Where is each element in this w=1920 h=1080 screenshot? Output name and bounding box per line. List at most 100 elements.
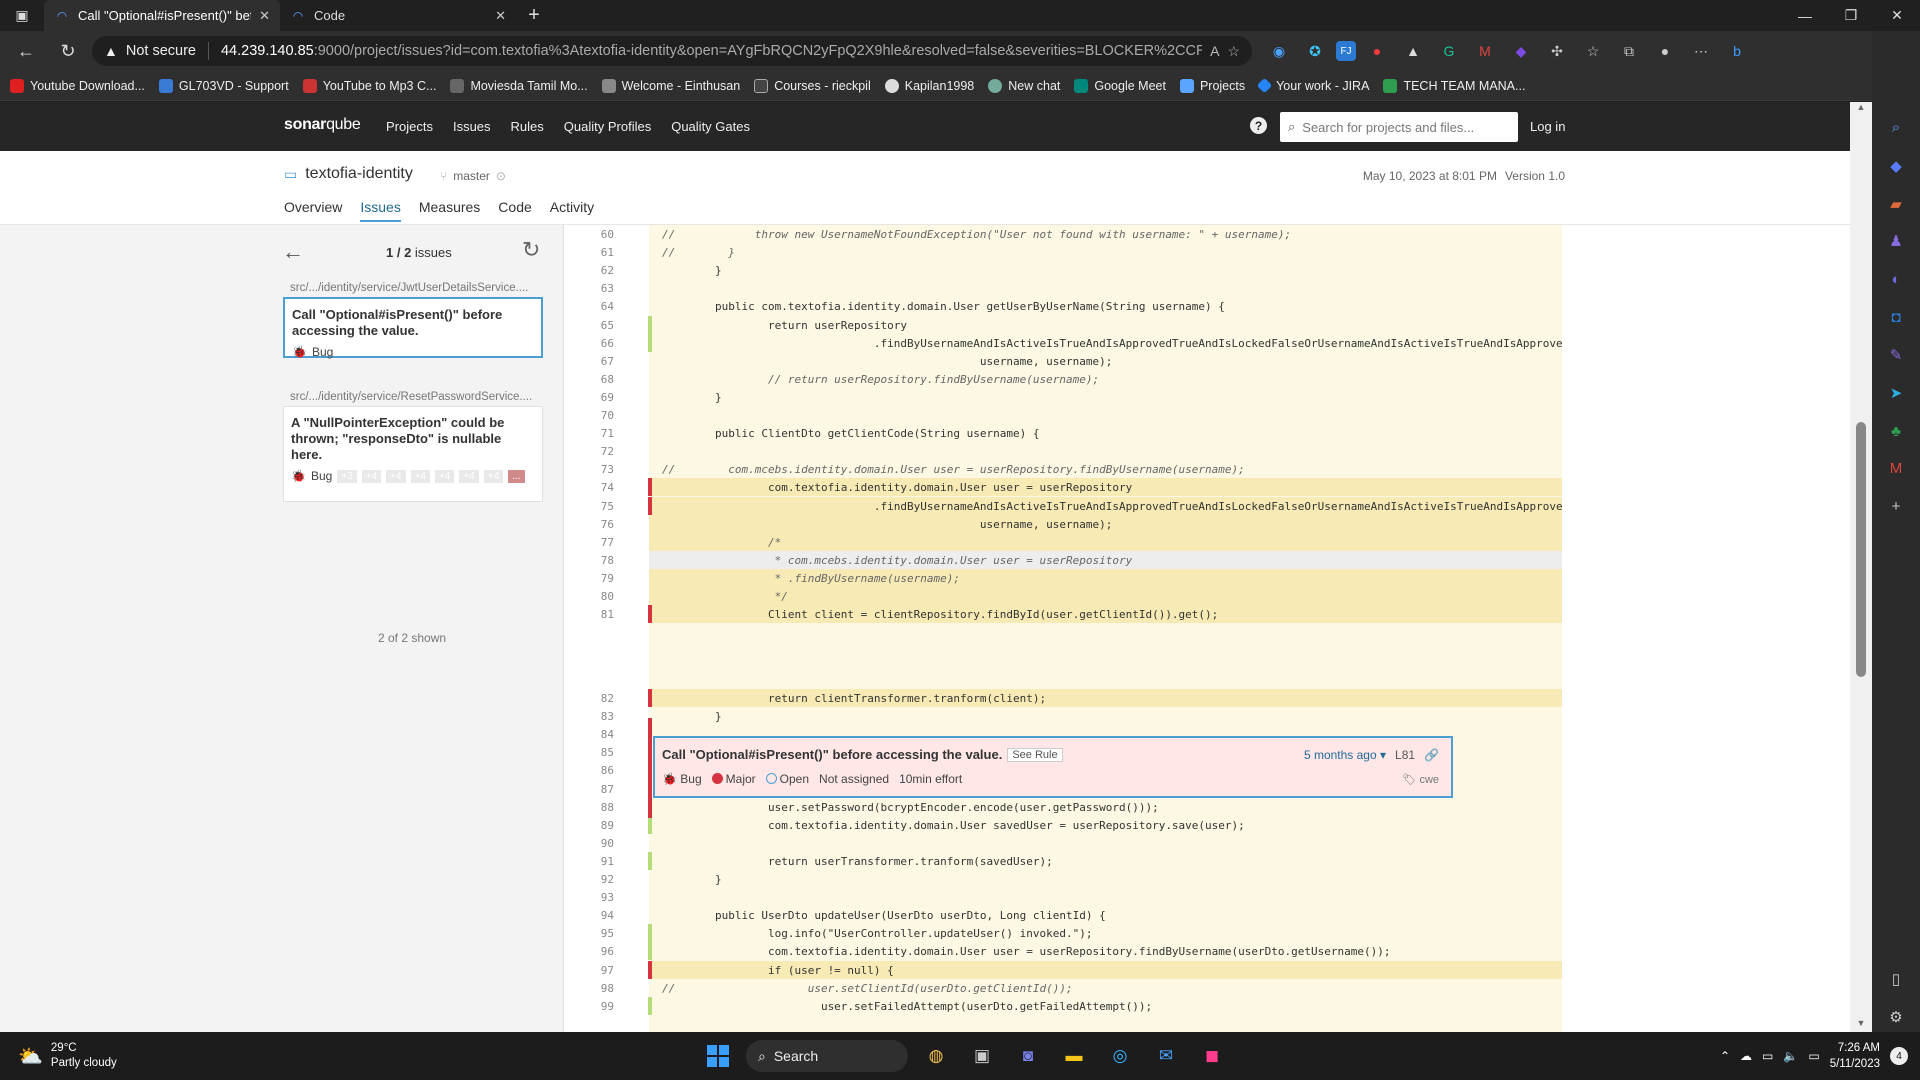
- edge-ext-icon[interactable]: ◉: [1264, 36, 1294, 66]
- line-number[interactable]: 80: [584, 590, 614, 603]
- line-number[interactable]: 72: [584, 445, 614, 458]
- line-number[interactable]: 75: [584, 500, 614, 513]
- line-number[interactable]: 83: [584, 710, 614, 723]
- line-number[interactable]: 82: [584, 692, 614, 705]
- bookmark-item[interactable]: GL703VD - Support: [158, 78, 289, 93]
- line-number[interactable]: 69: [584, 391, 614, 404]
- line-number[interactable]: 68: [584, 373, 614, 386]
- battery-icon[interactable]: ▭: [1808, 1049, 1819, 1063]
- tab-active[interactable]: ◠ Call "Optional#isPresent()" befor ✕: [44, 0, 280, 31]
- copilot-icon[interactable]: ◐: [1880, 264, 1912, 294]
- issue-message[interactable]: Call "Optional#isPresent()" before acces…: [662, 747, 1002, 762]
- profile-avatar-icon[interactable]: ●: [1650, 36, 1680, 66]
- m-ext-icon[interactable]: M: [1470, 36, 1500, 66]
- teams-icon[interactable]: ◙: [1010, 1038, 1046, 1074]
- project-name[interactable]: textofia-identity: [305, 165, 413, 183]
- line-number[interactable]: 81: [584, 608, 614, 621]
- weather-widget[interactable]: ⛅ 29°C Partly cloudy: [18, 1041, 117, 1071]
- games-icon[interactable]: ♟: [1880, 226, 1912, 256]
- line-number[interactable]: 90: [584, 837, 614, 850]
- tab-overview[interactable]: Overview: [284, 199, 342, 222]
- bookmark-item[interactable]: Youtube Download...: [10, 78, 145, 93]
- tab-close-icon[interactable]: ✕: [259, 8, 270, 24]
- nav-issues[interactable]: Issues: [453, 119, 491, 134]
- security-label[interactable]: Not secure: [126, 43, 196, 59]
- bing-chat-icon[interactable]: b: [1722, 36, 1752, 66]
- scroll-down-arrow-icon[interactable]: ▼: [1850, 1018, 1872, 1032]
- scrollbar-thumb[interactable]: [1856, 422, 1866, 677]
- location-badge[interactable]: +4: [483, 469, 504, 483]
- url-field[interactable]: ▲ Not secure 44.239.140.85:9000/project/…: [92, 36, 1252, 66]
- line-number[interactable]: 89: [584, 819, 614, 832]
- favorite-star-icon[interactable]: ☆: [1227, 43, 1240, 60]
- line-number[interactable]: 71: [584, 427, 614, 440]
- windows-start-icon[interactable]: [700, 1038, 736, 1074]
- uncovered-marker[interactable]: [648, 605, 652, 624]
- tab-issues[interactable]: Issues: [360, 199, 401, 222]
- tab-close-icon[interactable]: ✕: [495, 8, 506, 24]
- location-badge[interactable]: +3: [337, 469, 357, 483]
- page-scrollbar[interactable]: ▲ ▼: [1850, 102, 1872, 1032]
- line-number[interactable]: 65: [584, 319, 614, 332]
- nav-rules[interactable]: Rules: [511, 119, 544, 134]
- see-rule-button[interactable]: See Rule: [1007, 747, 1063, 762]
- mountain-ext-icon[interactable]: ▲: [1398, 36, 1428, 66]
- more-locations-button[interactable]: ...: [508, 469, 525, 483]
- line-number[interactable]: 73: [584, 463, 614, 476]
- fj-ext-icon[interactable]: FJ: [1336, 41, 1356, 61]
- restore-icon[interactable]: ❐: [1828, 0, 1874, 31]
- briefcase-icon[interactable]: ▰: [1880, 189, 1912, 219]
- line-number[interactable]: 64: [584, 300, 614, 313]
- issue-severity-field[interactable]: Major: [711, 772, 756, 786]
- volume-icon[interactable]: 🔈: [1783, 1049, 1798, 1063]
- nav-projects[interactable]: Projects: [386, 119, 433, 134]
- line-number[interactable]: 76: [584, 518, 614, 531]
- covered-marker[interactable]: [648, 996, 652, 1015]
- task-view-icon[interactable]: ▣: [964, 1038, 1000, 1074]
- onedrive-icon[interactable]: ☁: [1740, 1049, 1752, 1063]
- covered-marker[interactable]: [648, 315, 652, 334]
- warning-icon[interactable]: ▲: [104, 43, 118, 59]
- chevron-up-icon[interactable]: ⌃: [1720, 1049, 1730, 1063]
- line-number[interactable]: 66: [584, 337, 614, 350]
- line-number[interactable]: 84: [584, 728, 614, 741]
- mail-icon[interactable]: ✉: [1148, 1038, 1184, 1074]
- issue-card[interactable]: A "NullPointerException" could be thrown…: [283, 406, 543, 502]
- collections-icon[interactable]: ⧉: [1614, 36, 1644, 66]
- bookmark-item[interactable]: Courses - rieckpil: [754, 78, 871, 93]
- bookmark-item[interactable]: Welcome - Einthusan: [601, 78, 740, 93]
- line-number[interactable]: 87: [584, 783, 614, 796]
- bookmark-item[interactable]: Moviesda Tamil Mo...: [450, 78, 588, 93]
- widget-app-icon[interactable]: ◍: [918, 1038, 954, 1074]
- red-ext-icon[interactable]: ●: [1362, 36, 1392, 66]
- settings-icon[interactable]: ⚙: [1880, 1002, 1912, 1032]
- outlook-icon[interactable]: ◘: [1880, 302, 1912, 332]
- permalink-icon[interactable]: 🔗: [1424, 748, 1439, 762]
- file-explorer-icon[interactable]: ▬: [1056, 1038, 1092, 1074]
- send-icon[interactable]: ➤: [1880, 378, 1912, 408]
- line-number[interactable]: 62: [584, 264, 614, 277]
- issue-age[interactable]: 5 months ago ▾: [1304, 748, 1386, 762]
- tag-icon[interactable]: ◆: [1880, 151, 1912, 181]
- reload-icon[interactable]: ↻: [50, 35, 86, 67]
- location-badge[interactable]: +4: [361, 469, 382, 483]
- covered-marker[interactable]: [648, 942, 652, 961]
- line-number[interactable]: 61: [584, 246, 614, 259]
- tab-actions-icon[interactable]: ▣: [0, 0, 44, 31]
- uncovered-marker[interactable]: [648, 496, 652, 515]
- url-text[interactable]: 44.239.140.85:9000/project/issues?id=com…: [221, 43, 1202, 59]
- line-number[interactable]: 86: [584, 764, 614, 777]
- bookmark-item[interactable]: Kapilan1998: [884, 78, 974, 93]
- line-number[interactable]: 91: [584, 855, 614, 868]
- line-number[interactable]: 63: [584, 282, 614, 295]
- location-badge[interactable]: +4: [459, 469, 479, 483]
- uncovered-marker[interactable]: [648, 478, 652, 497]
- sync-ext-icon[interactable]: ✪: [1300, 36, 1330, 66]
- bookmark-item[interactable]: New chat: [988, 78, 1060, 93]
- line-number[interactable]: 78: [584, 554, 614, 567]
- line-number[interactable]: 93: [584, 891, 614, 904]
- line-number[interactable]: 99: [584, 1000, 614, 1013]
- uncovered-marker[interactable]: [648, 960, 652, 979]
- sonarqube-logo[interactable]: sonarqube: [284, 116, 361, 134]
- line-number[interactable]: 70: [584, 409, 614, 422]
